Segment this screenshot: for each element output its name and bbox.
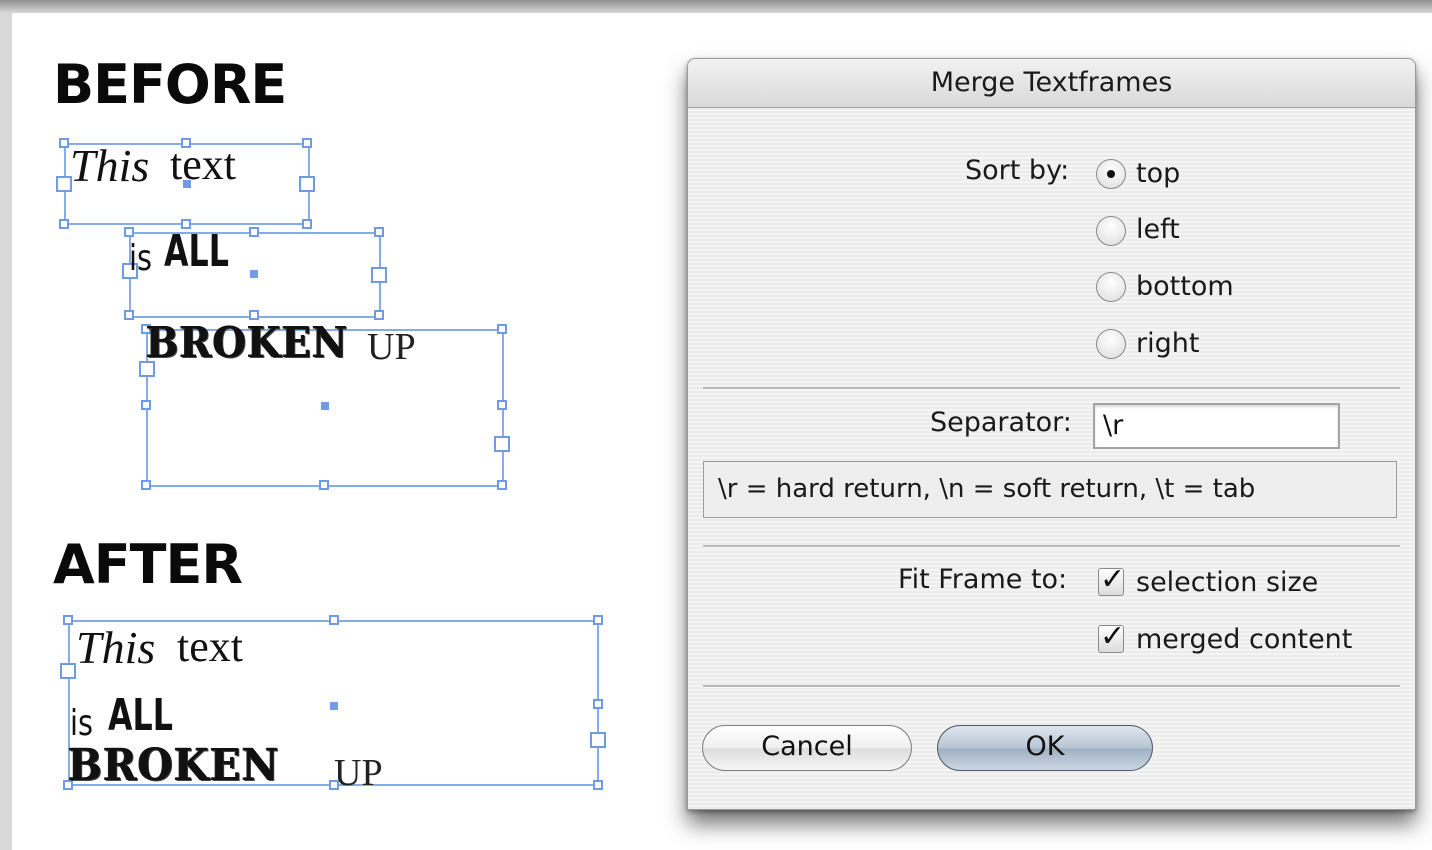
sort-option-left-label: left <box>1136 214 1180 245</box>
fit-frame-label: Fit Frame to: <box>898 564 1068 595</box>
radio-right[interactable] <box>1096 329 1126 359</box>
frame3-up-word: UP <box>367 326 416 368</box>
merge-textframes-dialog: Merge Textframes Sort by: top left botto… <box>687 58 1416 810</box>
frame1-word: text <box>170 140 236 189</box>
divider <box>703 685 1400 688</box>
sort-option-top-label: top <box>1136 158 1181 189</box>
fit-selection-size-label: selection size <box>1136 567 1319 598</box>
ok-button[interactable]: OK <box>937 725 1153 771</box>
frame2-small-word: is <box>129 238 153 279</box>
separator-input[interactable]: \r <box>1093 403 1340 449</box>
frame2-bold-word: ALL <box>164 226 229 277</box>
cancel-button[interactable]: Cancel <box>702 725 912 771</box>
sort-option-bottom-label: bottom <box>1136 271 1234 302</box>
radio-top[interactable] <box>1096 159 1126 189</box>
divider <box>703 387 1400 390</box>
frame1-italic-word: This <box>70 140 150 191</box>
separator-hint: \r = hard return, \n = soft return, \t =… <box>703 461 1397 518</box>
radio-left[interactable] <box>1096 216 1126 246</box>
radio-bottom[interactable] <box>1096 272 1126 302</box>
before-heading: BEFORE <box>53 53 287 116</box>
after-line2-small: is <box>70 703 94 744</box>
after-line1-italic: This <box>76 622 156 673</box>
separator-label: Separator: <box>930 407 1072 438</box>
after-line1-word: text <box>177 622 243 671</box>
after-line3-broken: BROKEN <box>68 740 280 791</box>
after-line2-bold: ALL <box>108 690 173 741</box>
divider <box>703 545 1400 548</box>
dialog-title: Merge Textframes <box>688 59 1415 108</box>
fit-merged-content-label: merged content <box>1136 624 1353 655</box>
frame3-broken-word: BROKEN <box>146 318 349 367</box>
checkbox-merged-content[interactable]: ✓ <box>1098 622 1125 653</box>
checkbox-selection-size[interactable]: ✓ <box>1098 565 1125 596</box>
after-line3-up: UP <box>334 752 383 794</box>
sort-by-label: Sort by: <box>965 155 1070 186</box>
after-heading: AFTER <box>53 533 243 596</box>
sort-option-right-label: right <box>1136 328 1200 359</box>
